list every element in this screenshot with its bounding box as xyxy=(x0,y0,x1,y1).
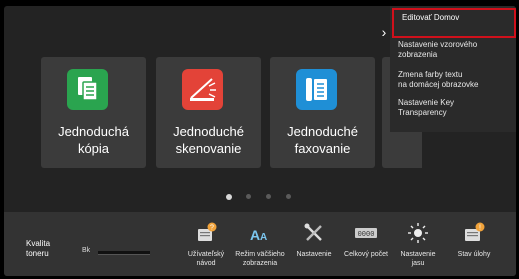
brightness-button[interactable]: Nastavenie jasu xyxy=(392,222,444,276)
page-indicator[interactable] xyxy=(246,194,251,199)
brightness-icon xyxy=(407,222,429,244)
menu-item-key-transparency[interactable]: Nastavenie Key Transparency xyxy=(390,98,516,120)
tile-easy-scan[interactable]: Jednoduché skenovanie xyxy=(156,57,261,168)
toner-label: Kvalita toneru xyxy=(26,239,51,258)
tools-icon xyxy=(303,222,325,244)
job-status-button[interactable]: ! Stav úlohy xyxy=(448,222,500,276)
svg-text:0000: 0000 xyxy=(358,231,375,239)
menu-item-text-color[interactable]: Zmena farby textu na domácej obrazovke xyxy=(390,70,516,92)
large-text-label: Režim väčšieho zobrazenia xyxy=(235,251,285,267)
large-text-icon: A A xyxy=(249,222,271,244)
home-screen: › Jednoduchá kópia Jednoduché skenovanie xyxy=(4,6,516,276)
tile-label: Jednoduché faxovanie xyxy=(287,124,358,156)
page-indicator[interactable] xyxy=(286,194,291,199)
menu-item-edit-home[interactable]: Editovať Domov xyxy=(392,8,516,38)
action-menu: Editovať Domov Nastavenie vzorového zobr… xyxy=(390,6,516,132)
total-count-button[interactable]: 0000 Celkový počet xyxy=(340,222,392,276)
svg-text:A: A xyxy=(260,232,267,243)
manual-button[interactable]: ? Užívateľský návod xyxy=(180,222,232,276)
large-text-button[interactable]: A A Režim väčšieho zobrazenia xyxy=(234,222,286,276)
settings-label: Nastavenie xyxy=(296,251,332,258)
brightness-label: Nastavenie jasu xyxy=(400,251,436,267)
svg-text:A: A xyxy=(250,227,260,243)
copy-icon xyxy=(67,69,108,110)
manual-icon: ? xyxy=(195,222,217,244)
job-status-label: Stav úlohy xyxy=(457,251,491,258)
counter-icon: 0000 xyxy=(355,222,377,244)
tile-label: Jednoduchá kópia xyxy=(58,124,129,156)
page-indicator-active[interactable] xyxy=(226,194,232,200)
job-status-icon: ! xyxy=(463,222,485,244)
svg-text:?: ? xyxy=(210,225,214,232)
tile-easy-fax[interactable]: Jednoduché faxovanie xyxy=(270,57,375,168)
scanner-icon xyxy=(182,69,223,110)
total-count-label: Celkový počet xyxy=(344,251,388,258)
toner-color-label: Bk xyxy=(82,247,91,254)
tile-easy-copy[interactable]: Jednoduchá kópia xyxy=(41,57,146,168)
fax-icon xyxy=(296,69,337,110)
menu-item-pattern-display[interactable]: Nastavenie vzorového zobrazenia xyxy=(390,40,516,62)
bottom-bar: Kvalita toneru Bk ? Užívateľský návod A … xyxy=(4,212,516,276)
page-indicator[interactable] xyxy=(266,194,271,199)
svg-text:!: ! xyxy=(479,225,481,232)
toner-level-bar xyxy=(98,251,150,255)
settings-button[interactable]: Nastavenie xyxy=(288,222,340,276)
manual-label: Užívateľský návod xyxy=(187,251,225,267)
tile-label: Jednoduché skenovanie xyxy=(173,124,244,156)
